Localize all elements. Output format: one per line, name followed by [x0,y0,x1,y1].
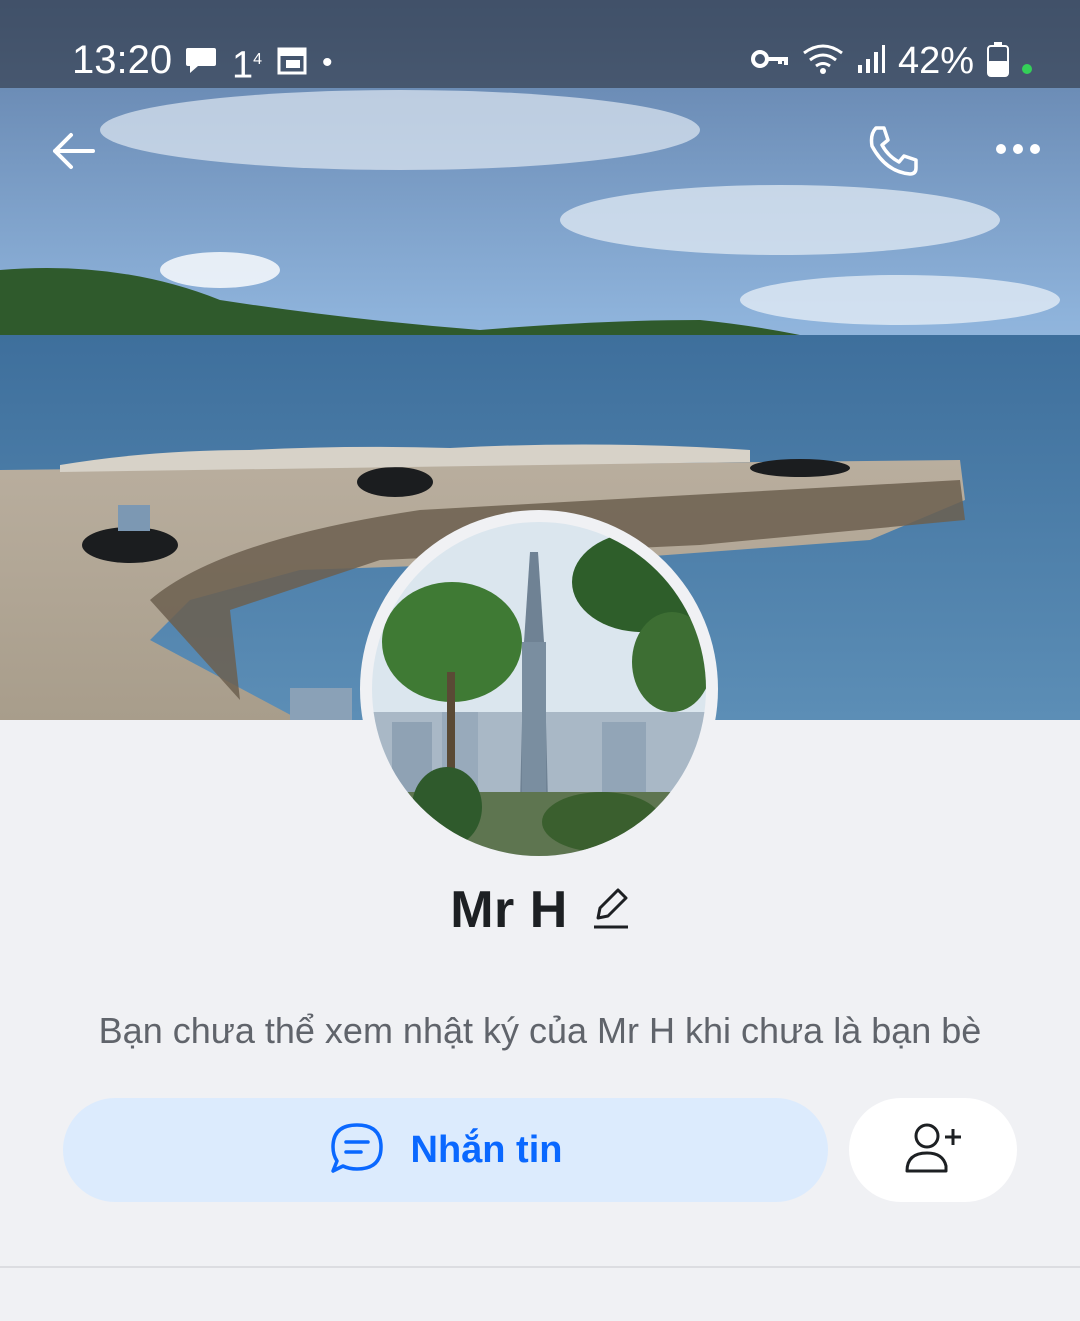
edit-name-button[interactable] [590,886,630,935]
avatar[interactable] [360,510,718,868]
message-button-label: Nhắn tin [410,1128,563,1171]
calendar-icon [276,44,308,81]
back-button[interactable] [40,120,106,186]
privacy-notice: Bạn chưa thể xem nhật ký của Mr H khi ch… [98,1010,982,1051]
add-friend-button[interactable] [849,1098,1017,1202]
message-button[interactable]: Nhắn tin [63,1098,828,1202]
key-icon [750,45,790,78]
battery-icon [986,41,1010,82]
profile-name-row: Mr H [0,880,1080,940]
active-indicator [1022,64,1032,74]
back-arrow-icon [49,131,97,176]
more-options-button[interactable] [984,118,1052,184]
status-dot: • [322,45,333,79]
call-button[interactable] [858,118,928,188]
battery-percent: 42% [897,40,974,82]
chat-bubble-icon [184,44,218,81]
phone-icon [866,124,920,183]
more-options-icon [995,142,1041,161]
wifi-icon [802,43,844,80]
status-bar: 13:20 14 • 42% [0,0,1080,88]
profile-name: Mr H [450,881,568,939]
pencil-icon [590,888,630,934]
chat-icon [329,1121,385,1180]
signal-icon [856,43,886,80]
section-divider [0,1266,1080,1268]
add-friend-icon [903,1121,963,1180]
notification-badge: 14 [232,44,263,87]
status-time: 13:20 [72,38,173,82]
